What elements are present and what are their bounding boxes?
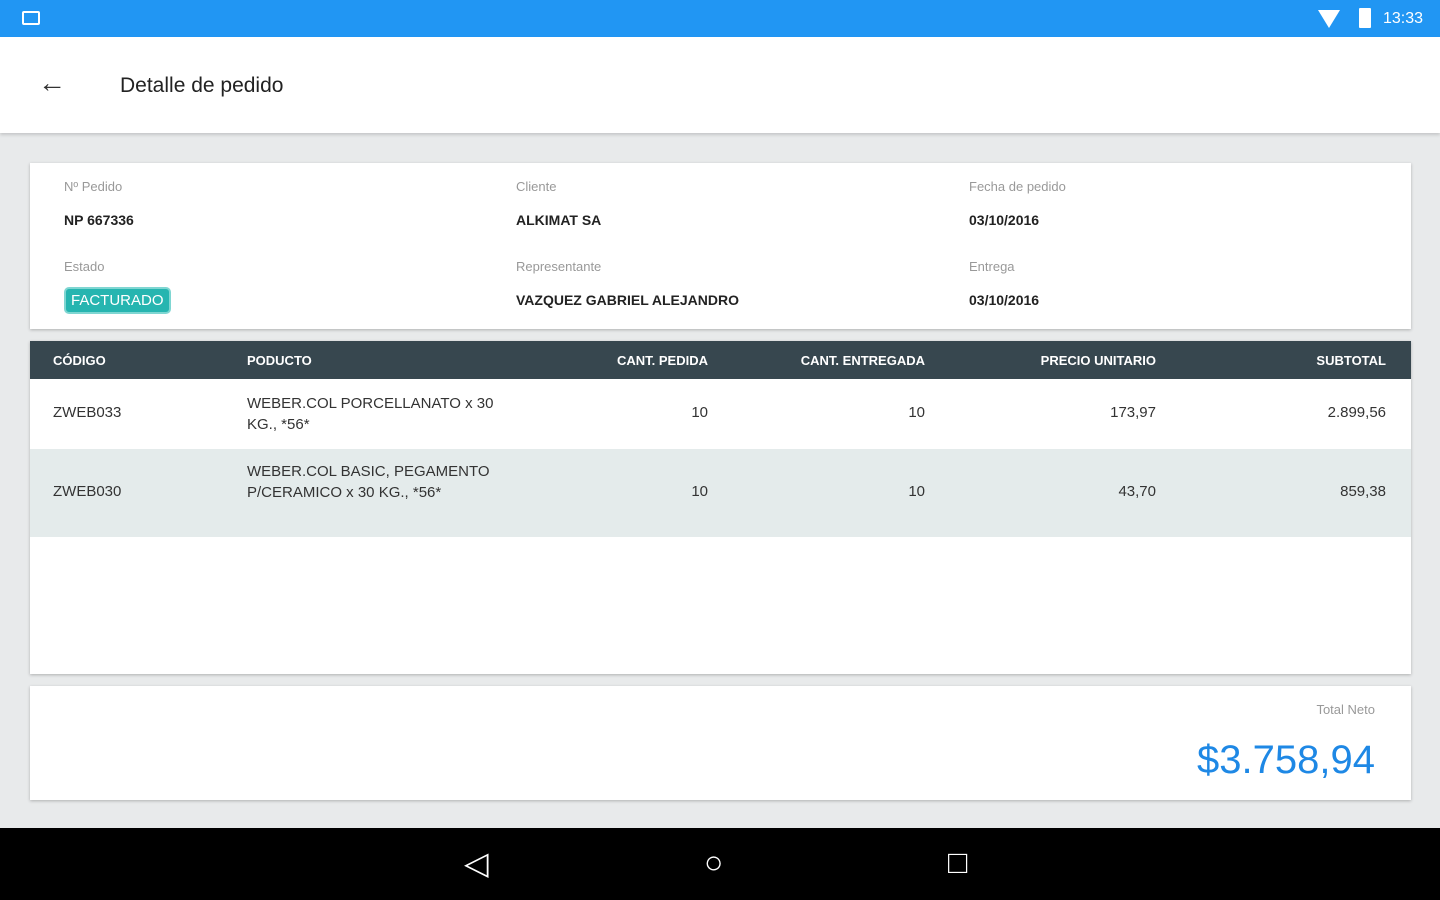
total-card: Total Neto $3.758,94 [30, 686, 1411, 800]
status-bar: 13:33 [0, 0, 1440, 37]
delivery-label: Entrega [969, 259, 1015, 274]
page-title: Detalle de pedido [120, 74, 284, 97]
header-subtotal: SUBTOTAL [1316, 353, 1386, 368]
cell-unit-price: 43,70 [1118, 483, 1156, 500]
cell-code: ZWEB033 [53, 404, 122, 421]
representative-label: Representante [516, 259, 602, 274]
cell-qty-delivered: 10 [908, 483, 925, 500]
header-qty-delivered: CANT. ENTREGADA [800, 353, 925, 368]
table-row[interactable]: ZWEB030 WEBER.COL BASIC, PEGAMENTO P/CER… [30, 449, 1411, 537]
back-arrow-icon[interactable]: ← [38, 67, 66, 99]
table-header: CÓDIGO PODUCTO CANT. PEDIDA CANT. ENTREG… [30, 341, 1411, 379]
cell-unit-price: 173,97 [1110, 404, 1156, 421]
status-label: Estado [64, 259, 105, 274]
nav-home-icon[interactable]: ○ [704, 844, 723, 881]
clock: 13:33 [1383, 10, 1424, 27]
battery-icon [1359, 8, 1371, 28]
status-badge: FACTURADO [64, 287, 171, 314]
header-qty-ordered: CANT. PEDIDA [616, 353, 708, 368]
client: ALKIMAT SA [516, 212, 602, 228]
order-info-card: Nº Pedido NP 667336 Cliente ALKIMAT SA F… [30, 163, 1411, 329]
cell-subtotal: 859,38 [1340, 483, 1386, 500]
cell-product: WEBER.COL BASIC, PEGAMENTO P/CERAMICO x … [247, 463, 490, 501]
delivery-date: 03/10/2016 [969, 292, 1040, 308]
app-bar: ← Detalle de pedido [0, 37, 1440, 133]
wifi-icon [1318, 10, 1340, 28]
products-table: CÓDIGO PODUCTO CANT. PEDIDA CANT. ENTREG… [30, 341, 1411, 674]
cell-qty-delivered: 10 [908, 404, 925, 421]
client-label: Cliente [516, 179, 557, 194]
order-number: NP 667336 [64, 212, 134, 228]
representative: VAZQUEZ GABRIEL ALEJANDRO [516, 292, 739, 308]
order-number-label: Nº Pedido [64, 179, 123, 194]
header-code: CÓDIGO [53, 353, 106, 368]
nav-back-icon[interactable]: ◁ [464, 844, 489, 882]
cell-qty-ordered: 10 [691, 483, 708, 500]
image-notification-icon [22, 11, 40, 25]
header-product: PODUCTO [247, 353, 312, 368]
total-label: Total Neto [1316, 702, 1375, 717]
table-row[interactable]: ZWEB033 WEBER.COL PORCELLANATO x 30 KG.,… [30, 379, 1411, 449]
cell-product: WEBER.COL PORCELLANATO x 30 KG., *56* [247, 395, 494, 433]
header-unit-price: PRECIO UNITARIO [1040, 353, 1156, 368]
order-date: 03/10/2016 [969, 212, 1040, 228]
cell-subtotal: 2.899,56 [1327, 404, 1386, 421]
order-date-label: Fecha de pedido [969, 179, 1066, 194]
nav-recents-icon[interactable]: □ [948, 844, 967, 881]
navigation-bar: ◁ ○ □ [0, 828, 1440, 900]
total-value: $3.758,94 [1197, 738, 1375, 782]
cell-qty-ordered: 10 [691, 404, 708, 421]
cell-code: ZWEB030 [53, 483, 122, 500]
